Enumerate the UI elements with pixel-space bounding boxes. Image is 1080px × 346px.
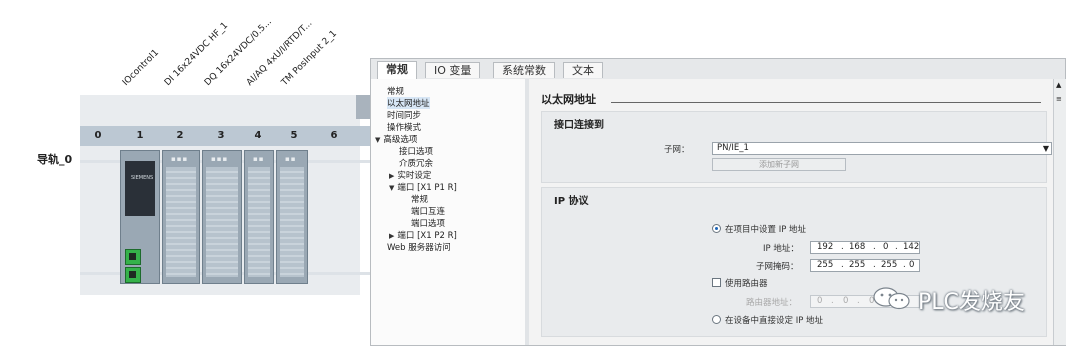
- expand-down-icon[interactable]: ▼: [375, 136, 380, 144]
- tab-texts[interactable]: 文本: [563, 62, 603, 78]
- watermark: PLC发烧友: [872, 282, 1072, 316]
- slot-number: 1: [136, 130, 144, 141]
- mask-octet: 0: [909, 260, 915, 270]
- ethernet-port-p2[interactable]: [125, 267, 141, 283]
- module-label-dq: DQ 16x24VDC/0.5...: [202, 17, 274, 88]
- slot-number: 2: [176, 130, 184, 141]
- section-divider: [611, 102, 1041, 103]
- tm-posinput-module[interactable]: ▪▪: [276, 150, 308, 284]
- tab-general[interactable]: 常规: [377, 61, 417, 79]
- interface-group-title: 接口连接到: [554, 120, 604, 131]
- nav-item-ethernet-address[interactable]: 以太网地址: [387, 97, 430, 109]
- nav-item-interface-options[interactable]: 接口选项: [399, 145, 433, 157]
- tab-io-tags[interactable]: IO 变量: [425, 62, 481, 78]
- use-router-label: 使用路由器: [725, 279, 768, 289]
- nav-item-port-p1-general[interactable]: 常规: [411, 193, 428, 205]
- tab-system-constants[interactable]: 系统常数: [493, 62, 555, 78]
- scroll-handle-icon[interactable]: ≡: [1056, 95, 1062, 103]
- nav-item-port-interconnect[interactable]: 端口互连: [411, 205, 445, 217]
- nav-item-time-sync[interactable]: 时间同步: [387, 109, 421, 121]
- nav-item-operating-mode[interactable]: 操作模式: [387, 121, 421, 133]
- slot-number: 5: [290, 130, 298, 141]
- cpu-display: SIEMENS: [125, 161, 155, 216]
- ip-address-label: IP 地址：: [763, 244, 799, 254]
- interface-group: 接口连接到 子网： PN/IE_1 ▼ 添加新子网: [541, 111, 1052, 183]
- dq-module[interactable]: ▪▪▪: [202, 150, 242, 284]
- nav-item-label: 端口 [X1 P1 R]: [397, 183, 457, 193]
- set-ip-on-device-label: 在设备中直接设定 IP 地址: [725, 316, 824, 326]
- ip-octet: 142: [903, 242, 920, 252]
- router-address-label: 路由器地址：: [746, 298, 798, 308]
- nav-item-realtime-settings[interactable]: ▶ 实时设定: [389, 169, 431, 181]
- nav-item-label: 高级选项: [383, 135, 418, 145]
- nav-tree: 常规 以太网地址 时间同步 操作模式 ▼ 高级选项 接口选项 介质冗余 ▶ 实时设定…: [371, 79, 526, 345]
- set-ip-on-device-radio[interactable]: [712, 315, 721, 324]
- ip-octet: 192: [817, 242, 834, 252]
- expand-down-icon[interactable]: ▼: [389, 184, 394, 192]
- nav-item-general[interactable]: 常规: [387, 85, 404, 97]
- slot-number: 6: [330, 130, 338, 141]
- wechat-logo-icon: [873, 287, 910, 310]
- nav-item-port-p2[interactable]: ▶ 端口 [X1 P2 R]: [389, 229, 457, 241]
- subnet-label: 子网：: [664, 145, 690, 155]
- di-module[interactable]: ▪▪▪: [162, 150, 200, 284]
- ip-octet: 0: [883, 242, 889, 252]
- cpu-module[interactable]: SIEMENS: [120, 150, 160, 284]
- nav-item-advanced-options[interactable]: ▼ 高级选项: [375, 133, 417, 145]
- nav-item-label: 端口 [X1 P2 R]: [397, 231, 457, 241]
- ip-protocol-group-title: IP 协议: [554, 196, 589, 207]
- nav-item-web-access[interactable]: Web 服务器访问: [387, 241, 451, 253]
- chevron-down-icon[interactable]: ▼: [1043, 143, 1049, 154]
- subnet-mask-label: 子网掩码：: [756, 262, 799, 272]
- slot-number: 0: [94, 130, 102, 141]
- properties-tabbar: 常规 IO 变量 系统常数 文本: [371, 59, 1065, 80]
- rail-label: 导轨_0: [37, 153, 73, 166]
- use-router-checkbox[interactable]: [712, 278, 721, 287]
- mask-octet: 255: [881, 260, 898, 270]
- nav-item-port-options[interactable]: 端口选项: [411, 217, 445, 229]
- aiaq-module[interactable]: ▪▪: [244, 150, 274, 284]
- nav-item-label: 实时设定: [397, 171, 432, 181]
- set-ip-in-project-label: 在项目中设置 IP 地址: [725, 225, 807, 235]
- mask-octet: 255: [849, 260, 866, 270]
- ip-address-field[interactable]: 192 . 168 . 0 . 142: [810, 241, 920, 254]
- set-ip-in-project-radio[interactable]: [712, 224, 721, 233]
- slot-number: 4: [254, 130, 262, 141]
- mask-octet: 255: [817, 260, 834, 270]
- ethernet-port-p1[interactable]: [125, 249, 141, 265]
- cpu-brand: SIEMENS: [131, 175, 154, 181]
- expand-right-icon[interactable]: ▶: [389, 232, 394, 240]
- subnet-value: PN/IE_1: [717, 143, 749, 153]
- router-octet: 0: [843, 296, 849, 306]
- router-octet: 0: [817, 296, 823, 306]
- ip-octet: 168: [849, 242, 866, 252]
- subnet-select[interactable]: PN/IE_1 ▼: [712, 142, 1052, 155]
- section-title: 以太网地址: [541, 93, 596, 106]
- nav-item-port-p1[interactable]: ▼ 端口 [X1 P1 R]: [389, 181, 457, 193]
- nav-item-media-redundancy[interactable]: 介质冗余: [399, 157, 433, 169]
- slot-number: 3: [217, 130, 225, 141]
- module-label-iocontrol: IOcontrol1: [120, 47, 162, 88]
- watermark-text: PLC发烧友: [918, 290, 1025, 315]
- subnet-mask-field[interactable]: 255 . 255 . 255 . 0: [810, 259, 920, 272]
- scroll-up-icon[interactable]: ▲: [1056, 81, 1061, 89]
- add-subnet-button[interactable]: 添加新子网: [712, 158, 846, 171]
- expand-right-icon[interactable]: ▶: [389, 172, 394, 180]
